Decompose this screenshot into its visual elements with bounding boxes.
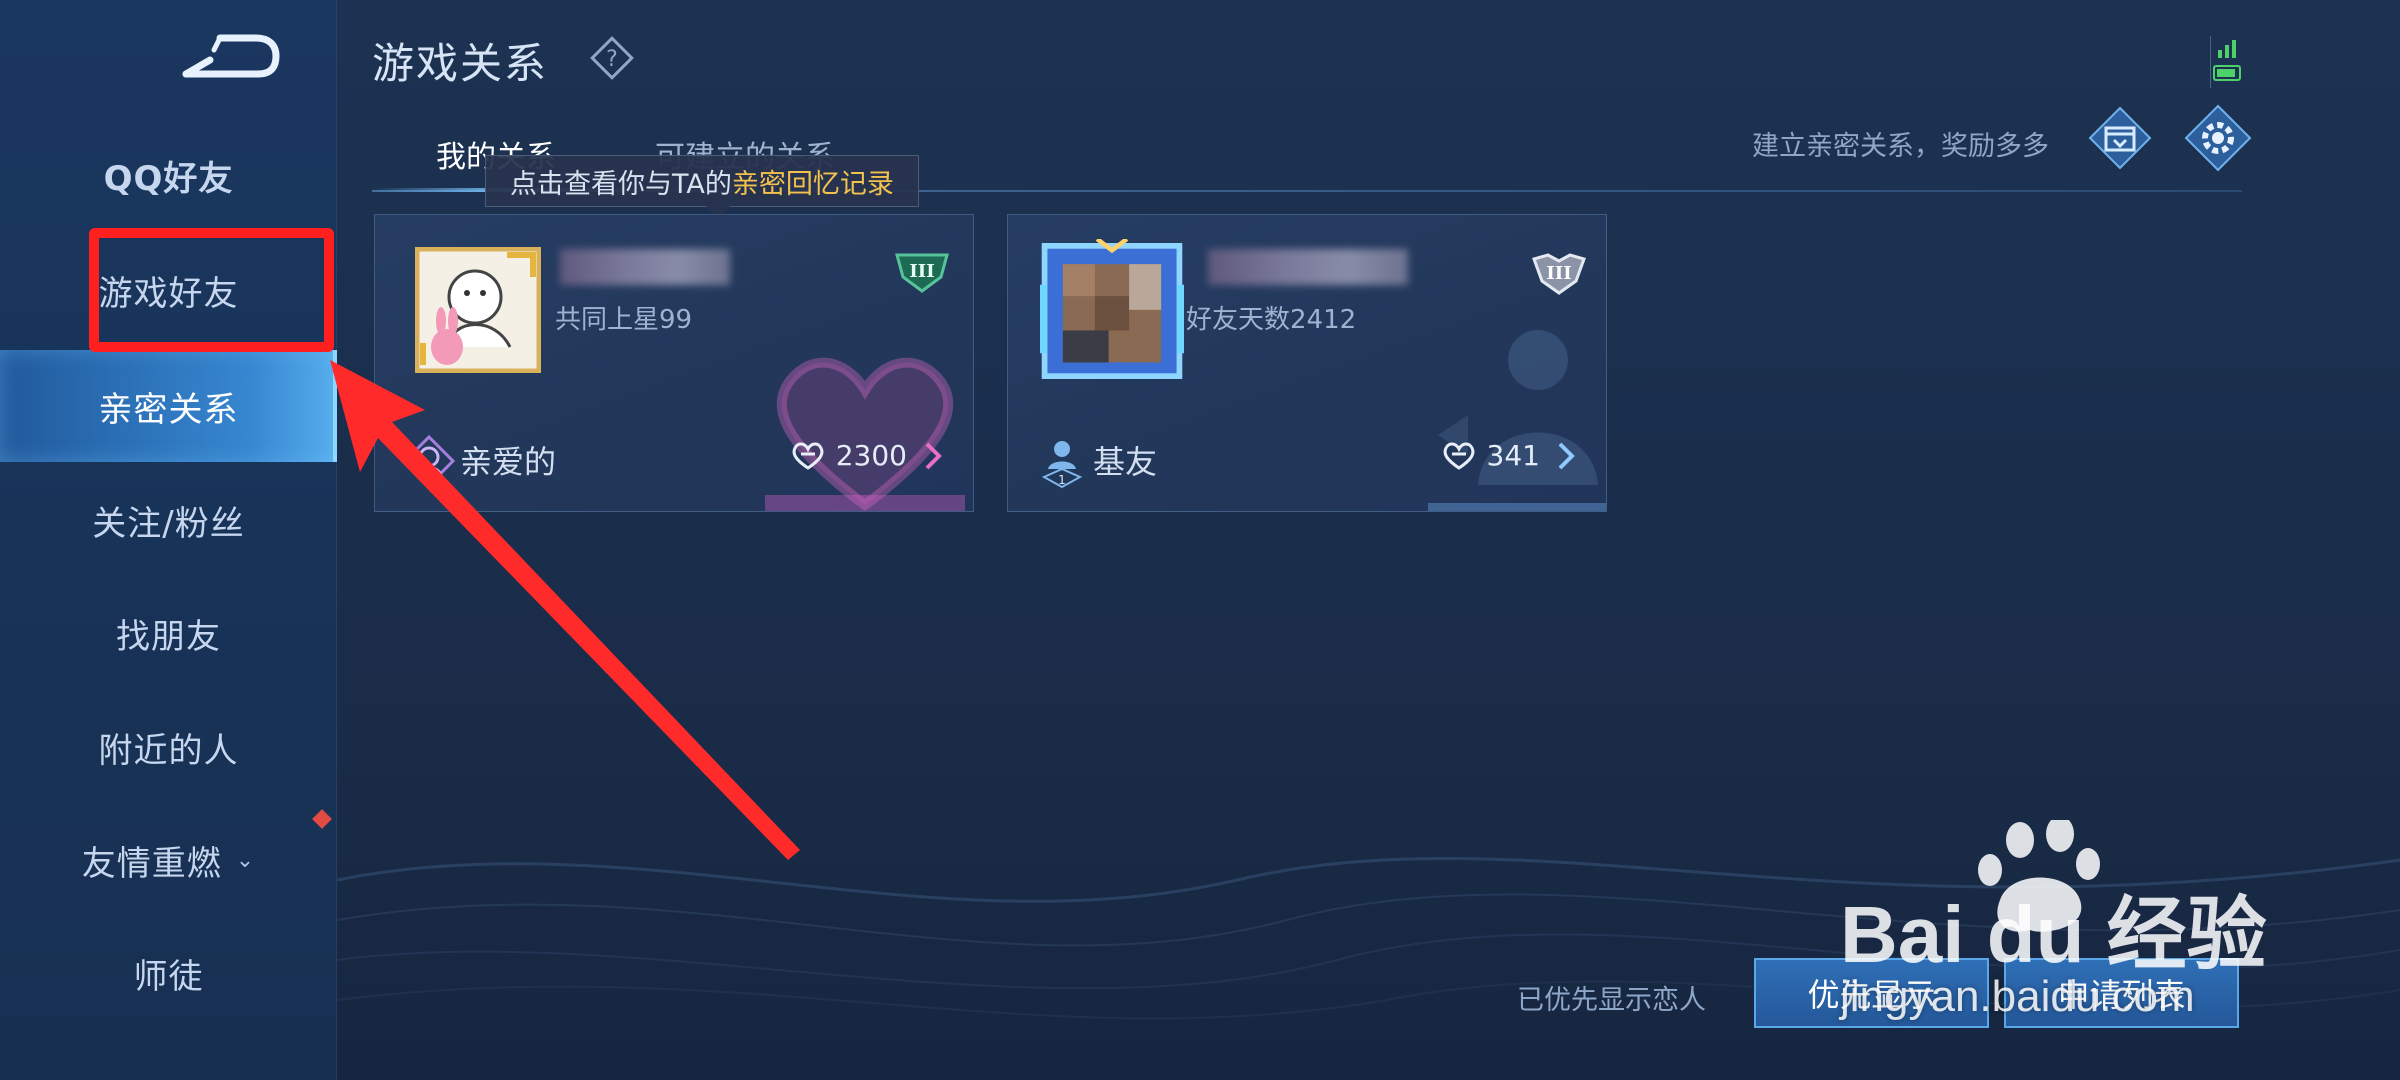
sidebar-item-nearby-people[interactable]: 附近的人: [0, 692, 337, 802]
chevron-right-icon[interactable]: [1556, 441, 1576, 471]
relation-label: 亲爱的: [460, 443, 557, 481]
lover-relation-icon: [402, 434, 456, 488]
avatar: [415, 247, 541, 373]
sidebar-item-label: 师徒: [133, 956, 204, 997]
rank-badge-icon: III: [1532, 253, 1586, 295]
help-icon[interactable]: ?: [588, 34, 636, 82]
heart-icon: [792, 442, 824, 470]
sidebar-item-label: QQ好友: [103, 158, 234, 199]
intimacy-value: 2300: [792, 439, 943, 472]
tooltip-highlight: 亲密回忆记录: [731, 168, 894, 200]
back-arrow-icon[interactable]: [180, 30, 280, 82]
tooltip-text: 点击查看你与TA的: [510, 168, 732, 200]
sidebar-item-label: 关注/粉丝: [92, 503, 245, 544]
svg-text:1: 1: [1058, 473, 1066, 487]
rank-badge-icon: III: [895, 253, 949, 293]
sidebar-item-label: 亲密关系: [98, 389, 239, 430]
sidebar-item-game-friends[interactable]: 游戏好友: [0, 235, 337, 345]
card-subtitle: 好友天数2412: [1186, 305, 1357, 335]
sidebar-item-mentorship[interactable]: 师徒: [0, 918, 337, 1028]
relation-card[interactable]: 共同上星99 III 亲爱的 2300: [374, 214, 974, 512]
heart-background-decoration: [765, 357, 965, 511]
svg-text:III: III: [909, 261, 934, 282]
buddy-background-decoration: [1428, 330, 1606, 511]
promo-text: 建立亲密关系，奖励多多: [1752, 131, 2049, 162]
intimacy-number: 2300: [835, 439, 907, 472]
heart-icon: [1443, 442, 1474, 470]
chevron-down-icon: ⌄: [235, 847, 256, 873]
buddy-relation-icon: 1: [1041, 441, 1083, 489]
player-name-blurred: [1208, 249, 1408, 285]
chevron-right-icon[interactable]: [923, 441, 943, 471]
memory-record-tooltip[interactable]: 点击查看你与TA的 亲密回忆记录: [485, 155, 919, 207]
request-list-button[interactable]: 申请列表: [2004, 958, 2239, 1028]
card-subtitle: 共同上星99: [555, 305, 693, 335]
svg-text:III: III: [1546, 263, 1571, 284]
player-name-blurred: [560, 249, 730, 285]
avatar: [1040, 239, 1184, 379]
relation-card[interactable]: 好友天数2412 III 1 基友 341: [1007, 214, 1607, 512]
sidebar: QQ好友 游戏好友 亲密关系 关注/粉丝 找朋友 附近的人 友情重燃 ⌄ 师徒: [0, 0, 337, 1080]
sidebar-item-label: 友情重燃: [81, 843, 222, 884]
sidebar-item-label: 找朋友: [116, 616, 221, 657]
intimacy-value: 341: [1443, 439, 1576, 472]
sidebar-item-rekindle-friendship[interactable]: 友情重燃 ⌄: [0, 805, 337, 915]
relation-label: 基友: [1093, 443, 1158, 481]
sidebar-item-label: 附近的人: [98, 730, 239, 771]
sidebar-item-qq-friends[interactable]: QQ好友: [0, 120, 337, 230]
priority-display-button[interactable]: 优先显示: [1754, 958, 1989, 1028]
gear-icon[interactable]: [2184, 104, 2252, 172]
page-title: 游戏关系: [372, 39, 549, 88]
pinned-lover-note: 已优先显示恋人: [1517, 985, 1706, 1016]
signal-battery-icon: [2210, 36, 2241, 88]
reward-chest-icon[interactable]: [2088, 106, 2152, 170]
sidebar-item-label: 游戏好友: [98, 273, 239, 314]
svg-text:?: ?: [606, 47, 618, 72]
intimacy-number: 341: [1486, 439, 1540, 472]
sidebar-item-follow-fans[interactable]: 关注/粉丝: [0, 465, 337, 575]
sidebar-item-intimate-relations[interactable]: 亲密关系: [0, 350, 337, 462]
sidebar-item-find-friends[interactable]: 找朋友: [0, 578, 337, 688]
